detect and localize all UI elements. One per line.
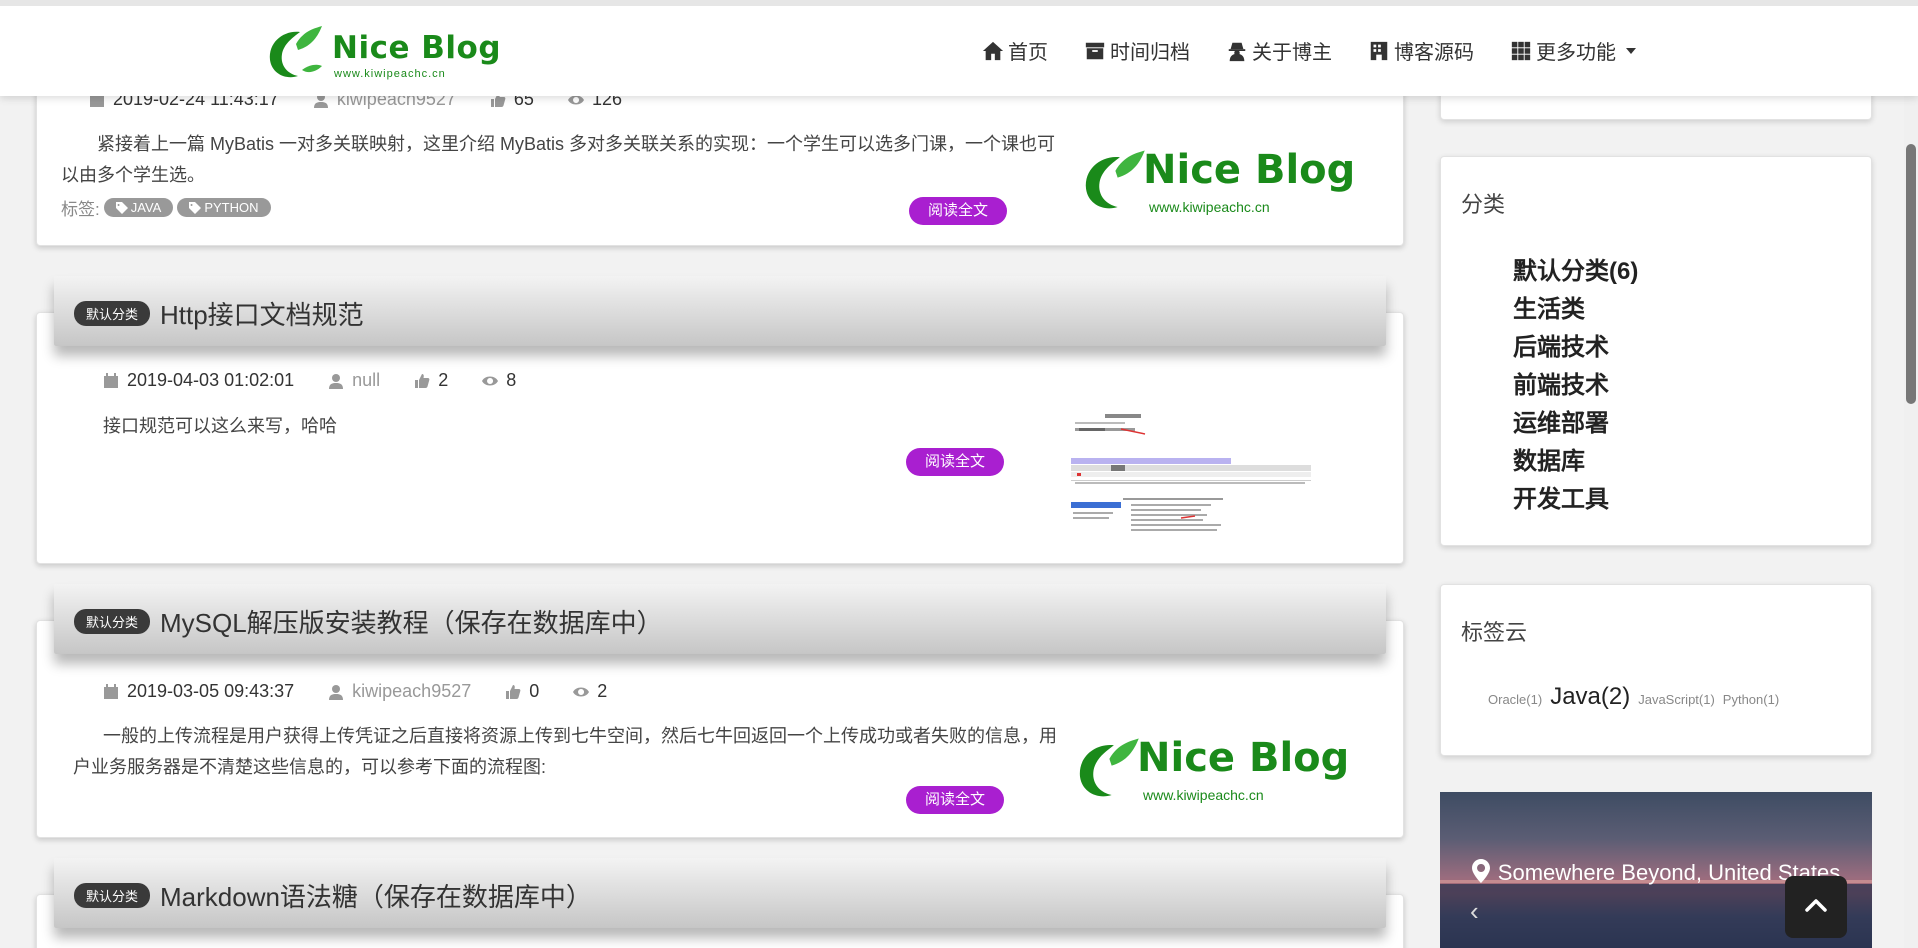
tag-cloud-title: 标签云 [1461,620,1528,645]
tags-label: 标签: [61,200,100,219]
grid-icon [1511,41,1531,60]
user-icon [329,684,344,700]
post-likes[interactable]: 0 [505,681,539,702]
read-more-button[interactable]: 阅读全文 [909,197,1007,225]
post-date: 2019-04-03 01:02:01 [103,370,294,391]
category-list: 默认分类(6) 生活类 后端技术 前端技术 运维部署 数据库 开发工具 [1513,253,1638,519]
map-pin-icon [1471,859,1490,883]
calendar-icon [104,683,118,699]
nav-source[interactable]: 博客源码 [1368,36,1474,65]
user-icon [329,373,344,389]
category-item[interactable]: 开发工具 [1513,481,1638,519]
eye-icon [573,687,590,696]
nav-more-label: 更多功能 [1536,42,1616,64]
archive-icon [1085,42,1105,59]
tag-cloud: Oracle(1) Java(2) JavaScript(1) Python(1… [1488,683,1779,711]
post-header: 默认分类 Http接口文档规范 [54,276,1386,346]
top-navbar: Nice Blog www.kiwipeachc.cn 首页 时间归档 关于博主… [0,0,1918,96]
post-excerpt: 紧接着上一篇 MyBatis 一对多关联映射，这里介绍 MyBatis 多对多关… [61,134,1056,185]
post-title[interactable]: Http接口文档规范 [160,295,364,332]
post-views: 2 [573,681,607,702]
brand-logo[interactable]: Nice Blog www.kiwipeachc.cn [262,24,502,82]
post-card: 2019-04-03 01:02:01 null 2 8 接口规范可以这么来写，… [36,312,1404,564]
category-item[interactable]: 生活类 [1513,291,1638,329]
thumb-subtitle: www.kiwipeachc.cn [1143,787,1264,803]
tag-icon [189,201,202,214]
post-excerpt: 接口规范可以这么来写，哈哈 [103,416,337,436]
category-item[interactable]: 前端技术 [1513,367,1638,405]
thumb-title: Nice Blog [1143,147,1356,193]
post-title[interactable]: MySQL解压版安装教程（保存在数据库中） [160,603,663,640]
thumb-title: Nice Blog [1137,735,1350,781]
brand-subtitle: www.kiwipeachc.cn [334,68,446,80]
nav-home[interactable]: 首页 [982,36,1048,65]
read-more-button[interactable]: 阅读全文 [906,448,1004,476]
tag-icon [115,201,128,214]
post-meta: 2019-03-05 09:43:37 kiwipeach9527 0 2 [103,681,641,702]
eye-icon [482,376,499,385]
main-nav: 首页 时间归档 关于博主 博客源码 更多功能 [982,36,1636,65]
chevron-left-icon[interactable]: ‹ [1470,896,1479,927]
nav-about[interactable]: 关于博主 [1226,36,1332,65]
post-views: 8 [482,370,516,391]
calendar-icon [104,372,118,388]
thumbs-up-icon [506,684,521,699]
categories-widget: 分类 默认分类(6) 生活类 后端技术 前端技术 运维部署 数据库 开发工具 [1440,156,1872,546]
post-header: 默认分类 MySQL解压版安装教程（保存在数据库中） [54,584,1386,654]
screenshot-thumbnail-image [1071,412,1311,536]
post-thumbnail[interactable]: Nice Blog www.kiwipeachc.cn [1071,725,1349,815]
tag-cloud-widget: 标签云 Oracle(1) Java(2) JavaScript(1) Pyth… [1440,584,1872,756]
post-title[interactable]: Markdown语法糖（保存在数据库中） [160,877,592,914]
leaf-logo-icon [1079,738,1139,797]
tag-cloud-item[interactable]: Python(1) [1723,692,1779,707]
post-thumbnail[interactable]: Nice Blog www.kiwipeachc.cn [1077,137,1355,227]
leaf-logo-icon [269,26,322,78]
category-badge[interactable]: 默认分类 [74,301,151,326]
category-item[interactable]: 运维部署 [1513,405,1638,443]
tag-python[interactable]: PYTHON [177,198,271,217]
nav-archive-label: 时间归档 [1110,42,1190,64]
nav-archive[interactable]: 时间归档 [1084,36,1190,65]
post-tags: 标签: JAVA PYTHON [61,195,271,220]
nav-more-dropdown[interactable]: 更多功能 [1510,36,1636,65]
category-badge[interactable]: 默认分类 [74,609,151,634]
building-icon [1370,41,1388,60]
post-thumbnail[interactable] [1071,412,1311,536]
tag-cloud-item[interactable]: JavaScript(1) [1638,692,1715,707]
scrollbar[interactable] [1904,0,1918,948]
user-secret-icon [1228,42,1246,61]
read-more-button[interactable]: 阅读全文 [906,786,1004,814]
category-item[interactable]: 默认分类(6) [1513,253,1638,291]
post-excerpt: 一般的上传流程是用户获得上传凭证之后直接将资源上传到七牛空间，然后七牛回返回一个… [73,726,1057,777]
chevron-up-icon [1805,899,1827,912]
tag-java[interactable]: JAVA [103,198,174,217]
tag-cloud-item[interactable]: Java(2) [1550,683,1630,711]
post-header: 默认分类 Markdown语法糖（保存在数据库中） [54,858,1386,928]
scrollbar-thumb[interactable] [1906,144,1916,404]
category-item[interactable]: 后端技术 [1513,329,1638,367]
category-item[interactable]: 数据库 [1513,443,1638,481]
nav-source-label: 博客源码 [1394,42,1474,64]
post-meta: 2019-04-03 01:02:01 null 2 8 [103,370,550,391]
home-icon [982,41,1004,60]
post-author[interactable]: kiwipeach9527 [328,681,471,702]
tag-cloud-item[interactable]: Oracle(1) [1488,692,1542,707]
leaf-logo-icon [1085,150,1145,209]
post-likes[interactable]: 2 [414,370,448,391]
thumbs-up-icon [415,373,430,388]
caret-down-icon [1626,47,1636,54]
back-to-top-button[interactable] [1785,876,1847,938]
brand-title: Nice Blog [332,30,502,66]
post-author[interactable]: null [328,370,380,391]
category-badge[interactable]: 默认分类 [74,883,151,908]
categories-title: 分类 [1461,192,1506,217]
nav-home-label: 首页 [1008,42,1048,64]
nav-about-label: 关于博主 [1252,42,1332,64]
thumb-subtitle: www.kiwipeachc.cn [1149,199,1270,215]
post-date: 2019-03-05 09:43:37 [103,681,294,702]
